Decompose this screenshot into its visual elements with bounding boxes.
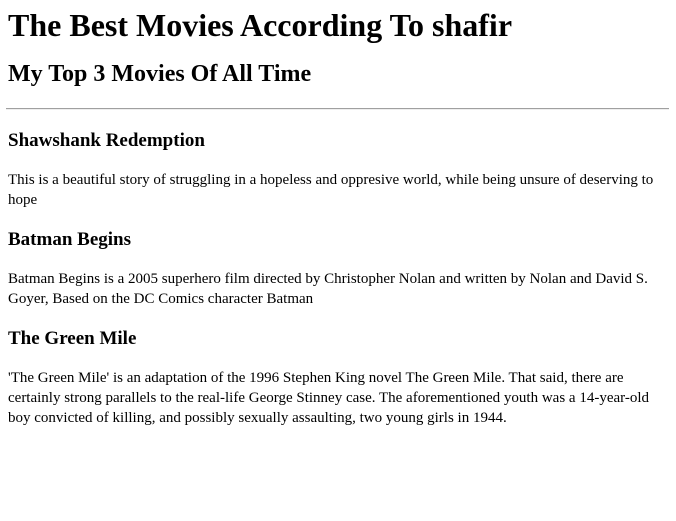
- divider: [6, 108, 669, 110]
- page-subtitle: My Top 3 Movies Of All Time: [8, 61, 312, 87]
- movie-item: Batman Begins Batman Begins is a 2005 su…: [8, 229, 668, 309]
- movie-description: This is a beautiful story of struggling …: [8, 172, 654, 208]
- movie-description: 'The Green Mile' is an adaptation of the…: [8, 370, 649, 426]
- movie-title: The Green Mile: [8, 328, 137, 349]
- movie-item: The Green Mile 'The Green Mile' is an ad…: [8, 328, 668, 428]
- movie-item: Shawshank Redemption This is a beautiful…: [8, 130, 668, 210]
- page: The Best Movies According To shafir My T…: [0, 0, 676, 521]
- movie-description: Batman Begins is a 2005 superhero film d…: [8, 271, 648, 307]
- movie-title: Batman Begins: [8, 229, 131, 250]
- movie-title: Shawshank Redemption: [8, 130, 205, 151]
- page-title: The Best Movies According To shafir: [8, 7, 513, 43]
